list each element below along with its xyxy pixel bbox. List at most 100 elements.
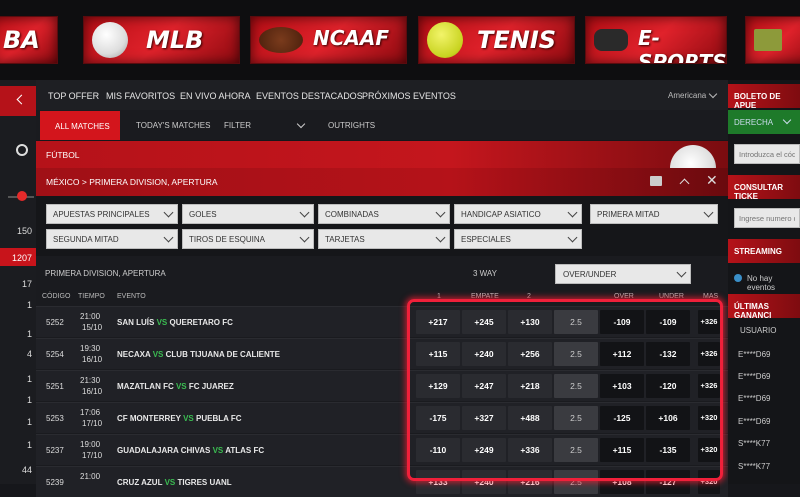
chevron-up-icon[interactable] (679, 178, 690, 189)
match-event[interactable]: CF MONTERREY VS PUEBLA FC (117, 414, 241, 423)
odd-home[interactable]: +217 (416, 310, 460, 334)
odd-under[interactable]: -109 (646, 310, 690, 334)
sport-count[interactable]: 1 (0, 395, 32, 405)
odd-away[interactable]: +216 (508, 470, 552, 494)
col-more: MAS (703, 293, 719, 300)
nav-top-offer[interactable]: TOP OFFER (48, 91, 99, 101)
ticket-number-input[interactable] (734, 208, 800, 228)
odd-over[interactable]: -109 (600, 310, 644, 334)
filter-combinadas[interactable]: COMBINADAS (318, 204, 450, 224)
banner-mlb[interactable]: MLB (83, 16, 240, 64)
tab-todays-matches[interactable]: TODAY'S MATCHES (136, 121, 210, 130)
odd-under[interactable]: -127 (646, 470, 690, 494)
odd-line: 2.5 (554, 374, 598, 398)
odd-line: 2.5 (554, 342, 598, 366)
match-event[interactable]: NECAXA VS CLUB TIJUANA DE CALIENTE (117, 350, 280, 359)
odd-under[interactable]: -135 (646, 438, 690, 462)
match-event[interactable]: CRUZ AZUL VS TIGRES UANL (117, 478, 232, 487)
sport-count[interactable]: 4 (0, 349, 32, 359)
odd-away[interactable]: +336 (508, 438, 552, 462)
sport-count[interactable]: 1 (0, 374, 32, 384)
filter-tiros-de-esquina[interactable]: TIROS DE ESQUINA (182, 229, 314, 249)
odd-more[interactable]: +320 (698, 470, 720, 494)
vs-label: VS (156, 318, 168, 327)
odd-over[interactable]: +112 (600, 342, 644, 366)
slider-handle[interactable] (17, 191, 27, 201)
match-event[interactable]: MAZATLAN FC VS FC JUAREZ (117, 382, 234, 391)
tab-outrights[interactable]: OUTRIGHTS (328, 121, 375, 130)
sport-count[interactable]: 1 (0, 300, 32, 310)
match-event[interactable]: GUADALAJARA CHIVAS VS ATLAS FC (117, 446, 264, 455)
filter-primera-mitad[interactable]: PRIMERA MITAD (590, 204, 718, 224)
odd-home[interactable]: +133 (416, 470, 460, 494)
table-row[interactable]: 525221:0015/10SAN LUÍS VS QUERETARO FC☆+… (36, 306, 728, 337)
odd-more[interactable]: +326 (698, 374, 720, 398)
sport-count[interactable]: 1207 (0, 253, 32, 263)
side-select[interactable]: DERECHA (728, 110, 800, 134)
table-row[interactable]: 525121:3016/10MAZATLAN FC VS FC JUAREZ☆+… (36, 370, 728, 401)
odd-under[interactable]: +106 (646, 406, 690, 430)
print-icon[interactable] (650, 176, 662, 186)
odds-format-select[interactable]: Americana (668, 91, 706, 100)
odd-home[interactable]: -110 (416, 438, 460, 462)
odd-away[interactable]: +218 (508, 374, 552, 398)
search-icon[interactable] (16, 144, 28, 156)
odd-over[interactable]: -125 (600, 406, 644, 430)
sport-count[interactable]: 1 (0, 329, 32, 339)
odd-more[interactable]: +326 (698, 310, 720, 334)
filter-handicap-asiatico[interactable]: HANDICAP ASIATICO (454, 204, 582, 224)
filter-goles[interactable]: GOLES (182, 204, 314, 224)
filter-tarjetas[interactable]: TARJETAS (318, 229, 450, 249)
banner-more[interactable] (745, 16, 800, 64)
filter-especiales[interactable]: ESPECIALES (454, 229, 582, 249)
odd-more[interactable]: +320 (698, 406, 720, 430)
banner-esports[interactable]: E-SPORTS (585, 16, 727, 64)
banner-ncaaf[interactable]: NCAAF (250, 16, 407, 64)
banner-tenis[interactable]: TENIS (418, 16, 575, 64)
odd-home[interactable]: -175 (416, 406, 460, 430)
odd-under[interactable]: -132 (646, 342, 690, 366)
nav-en-vivo-ahora[interactable]: EN VIVO AHORA (180, 91, 251, 101)
odd-draw[interactable]: +249 (462, 438, 506, 462)
odd-draw[interactable]: +245 (462, 310, 506, 334)
filter-apuestas-principales[interactable]: APUESTAS PRINCIPALES (46, 204, 178, 224)
market-ou-select[interactable]: OVER/UNDER (555, 264, 691, 284)
sport-count[interactable]: 150 (0, 226, 32, 236)
sport-count[interactable]: 17 (0, 279, 32, 289)
odd-away[interactable]: +130 (508, 310, 552, 334)
left-sidebar-header[interactable] (0, 86, 36, 116)
odd-draw[interactable]: +247 (462, 374, 506, 398)
filter-select[interactable]: FILTER (220, 114, 312, 136)
odd-away[interactable]: +256 (508, 342, 552, 366)
odd-over[interactable]: +103 (600, 374, 644, 398)
odd-over[interactable]: +115 (600, 438, 644, 462)
ticket-code-input[interactable] (734, 144, 800, 164)
nav-proximos-eventos[interactable]: PRÓXIMOS EVENTOS (362, 91, 456, 101)
col-two: 2 (527, 293, 531, 300)
odd-more[interactable]: +320 (698, 438, 720, 462)
odd-under[interactable]: -120 (646, 374, 690, 398)
match-event[interactable]: SAN LUÍS VS QUERETARO FC (117, 318, 233, 327)
odd-home[interactable]: +115 (416, 342, 460, 366)
tab-all-matches[interactable]: ALL MATCHES (40, 111, 120, 140)
filter-segunda-mitad[interactable]: SEGUNDA MITAD (46, 229, 178, 249)
table-row[interactable]: 5254 19:30 16/10 NECAXA VS CLUB TIJUANA DE … (36, 338, 728, 369)
odd-more[interactable]: +326 (698, 342, 720, 366)
odd-away[interactable]: +488 (508, 406, 552, 430)
odd-home[interactable]: +129 (416, 374, 460, 398)
sport-count[interactable]: 1 (0, 417, 32, 427)
breadcrumb[interactable]: MÉXICO > PRIMERA DIVISION, APERTURA (46, 177, 218, 187)
table-row[interactable]: 5237 19:00 17/10 GUADALAJARA CHIVAS VS ATLA… (36, 434, 728, 465)
table-row[interactable]: 523921:00CRUZ AZUL VS TIGRES UANL☆+133+2… (36, 466, 728, 497)
sport-count[interactable]: 1 (0, 440, 32, 450)
nav-eventos-destacados[interactable]: EVENTOS DESTACADOS (256, 91, 363, 101)
nav-mis-favoritos[interactable]: MIS FAVORITOS (106, 91, 175, 101)
odd-draw[interactable]: +240 (462, 342, 506, 366)
sport-count[interactable]: 44 (0, 465, 32, 475)
odd-draw[interactable]: +327 (462, 406, 506, 430)
table-row[interactable]: 525317:0617/10CF MONTERREY VS PUEBLA FC☆… (36, 402, 728, 433)
banner-basketball[interactable]: BA (0, 16, 58, 64)
close-icon[interactable]: ✕ (706, 172, 718, 189)
odd-draw[interactable]: +240 (462, 470, 506, 494)
odd-over[interactable]: +108 (600, 470, 644, 494)
